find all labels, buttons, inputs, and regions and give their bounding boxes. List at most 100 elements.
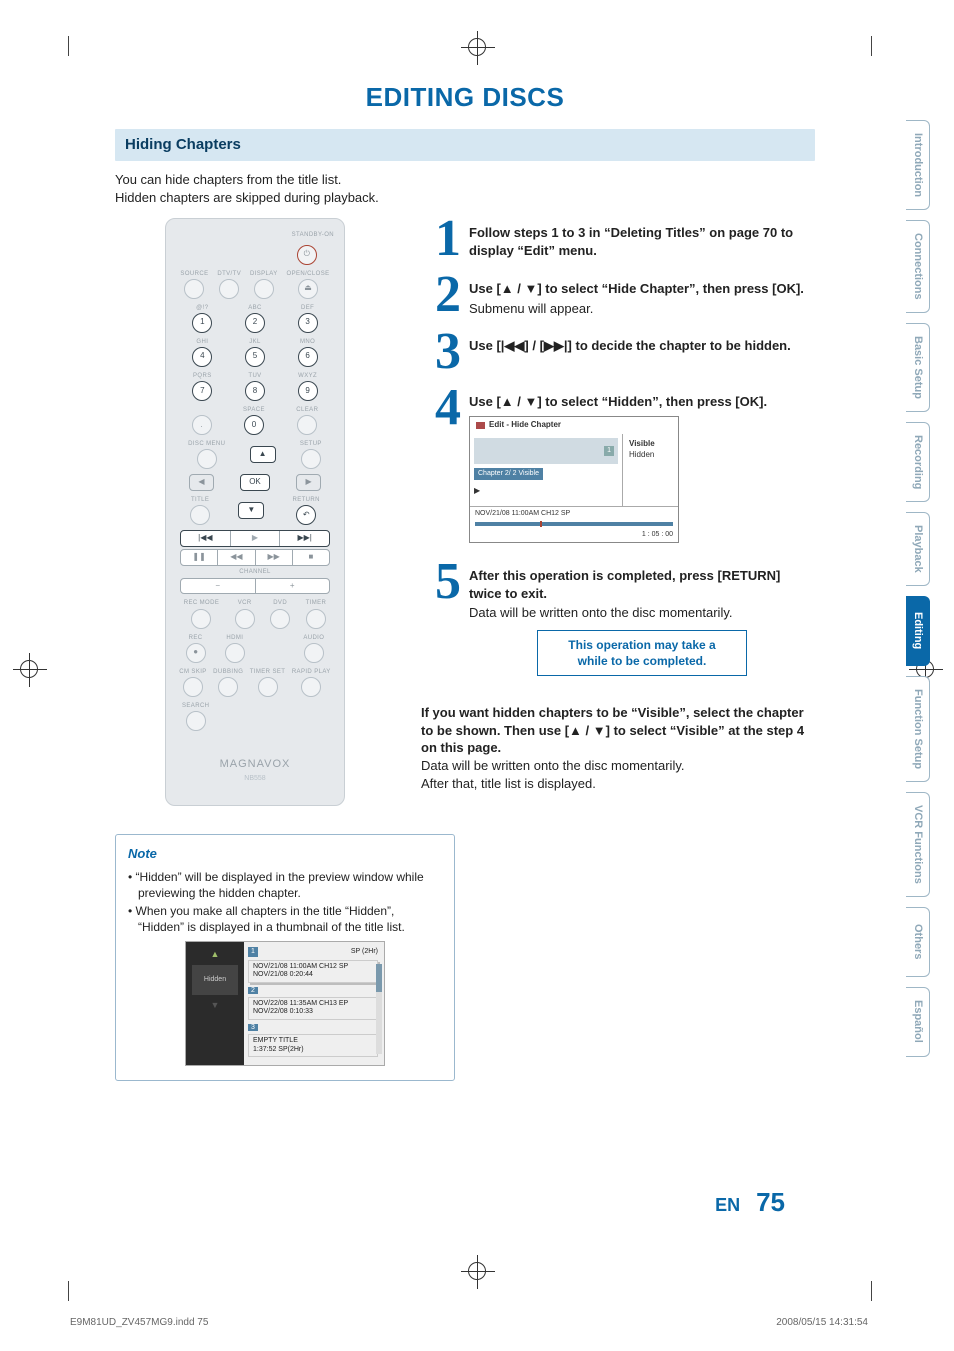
list-item: NOV/22/08 11:35AM CH13 EP NOV/22/08 0:10…	[248, 997, 378, 1020]
digit-9-button: 9	[298, 381, 318, 401]
dubbing-button	[218, 677, 238, 697]
note-box: Note “Hidden” will be displayed in the p…	[115, 834, 455, 1081]
osd-diagram: Edit - Hide Chapter 1 Chapter 2/ 2 Visib…	[469, 416, 679, 543]
section-heading: Hiding Chapters	[115, 129, 815, 161]
tab-function-setup[interactable]: Function Setup	[906, 676, 930, 782]
return-button: ↶	[296, 505, 316, 525]
step-3: 3 Use [|◀◀] / [▶▶|] to decide the chapte…	[421, 331, 815, 373]
page-content: EDITING DISCS Hiding Chapters You can hi…	[115, 80, 815, 1240]
channel-label: CHANNEL	[176, 568, 334, 576]
hdmi-button	[225, 643, 245, 663]
page-title: EDITING DISCS	[115, 80, 815, 115]
step-text: Use [▲ / ▼] to select “Hidden”, then pre…	[469, 394, 767, 409]
dvd-button	[270, 609, 290, 629]
model-number: NB558	[176, 774, 334, 783]
search-button	[186, 711, 206, 731]
title-button	[190, 505, 210, 525]
power-icon: ⏻	[297, 245, 317, 265]
step-number: 3	[421, 331, 461, 373]
tab-recording[interactable]: Recording	[906, 422, 930, 502]
trim-mark	[68, 36, 69, 56]
step-number: 5	[421, 561, 461, 690]
remote-illustration: STANDBY-ON ⏻ SOURCE DTV/TV DISPLAY OPEN/…	[165, 218, 345, 806]
vcr-button	[235, 609, 255, 629]
right-column: 1 Follow steps 1 to 3 in “Deleting Title…	[421, 218, 815, 1081]
title-list-diagram: ▲ Hidden ▼ 1SP (2Hr) NOV/21/08 11:00AM C…	[185, 941, 385, 1066]
dot-button: .	[192, 415, 212, 435]
note-item: “Hidden” will be displayed in the previe…	[128, 869, 442, 901]
closing-text: If you want hidden chapters to be “Visib…	[421, 704, 815, 792]
timerset-button	[258, 677, 278, 697]
trim-mark	[68, 1281, 69, 1301]
disc-menu-button	[197, 449, 217, 469]
tab-playback[interactable]: Playback	[906, 512, 930, 586]
progress-bar	[475, 522, 673, 526]
intro-text: You can hide chapters from the title lis…	[115, 171, 815, 206]
thumbnail-hidden: Hidden	[192, 965, 238, 995]
digit-3-button: 3	[298, 313, 318, 333]
digit-1-button: 1	[192, 313, 212, 333]
note-heading: Note	[128, 845, 442, 863]
step-text: Use [▲ / ▼] to select “Hide Chapter”, th…	[469, 281, 804, 296]
footer-file: E9M81UD_ZV457MG9.indd 75	[70, 1316, 208, 1330]
up-button: ▲	[250, 446, 276, 463]
down-button: ▼	[238, 502, 264, 519]
play-icon: ▶	[474, 480, 618, 502]
step-2: 2 Use [▲ / ▼] to select “Hide Chapter”, …	[421, 274, 815, 317]
transport-row: ❚❚ ◀◀ ▶▶ ■	[180, 549, 330, 566]
note-item: When you make all chapters in the title …	[128, 903, 442, 935]
digit-6-button: 6	[298, 347, 318, 367]
stop-icon: ■	[292, 550, 329, 565]
trim-mark	[871, 1281, 872, 1301]
left-column: STANDBY-ON ⏻ SOURCE DTV/TV DISPLAY OPEN/…	[115, 218, 395, 1081]
audio-button	[304, 643, 324, 663]
tab-vcr-functions[interactable]: VCR Functions	[906, 792, 930, 897]
step-subtext: Submenu will appear.	[469, 300, 815, 318]
tab-introduction[interactable]: Introduction	[906, 120, 930, 210]
trim-mark	[871, 36, 872, 56]
step-1: 1 Follow steps 1 to 3 in “Deleting Title…	[421, 218, 815, 260]
tab-connections[interactable]: Connections	[906, 220, 930, 313]
digit-0-button: 0	[244, 415, 264, 435]
step-number: 2	[421, 274, 461, 317]
step-number: 4	[421, 387, 461, 548]
tab-espanol[interactable]: Español	[906, 987, 930, 1057]
digit-7-button: 7	[192, 381, 212, 401]
ffwd-icon: ▶▶	[255, 550, 292, 565]
recmode-button	[191, 609, 211, 629]
scrollbar	[376, 964, 382, 1054]
right-button: ▶	[296, 474, 320, 491]
list-item: EMPTY TITLE 1:37:52 SP(2Hr)	[248, 1034, 378, 1057]
dtv-button	[219, 279, 239, 299]
step-subtext: Data will be written onto the disc momen…	[469, 604, 815, 622]
tab-basic-setup[interactable]: Basic Setup	[906, 323, 930, 412]
standby-label: STANDBY-ON	[176, 231, 334, 239]
rapidplay-button	[301, 677, 321, 697]
skip-next-icon: ▶▶|	[279, 531, 329, 546]
ok-button: OK	[240, 474, 270, 491]
rewind-icon: ◀◀	[217, 550, 254, 565]
brand-logo: MAGNAVOX	[176, 757, 334, 772]
tab-editing[interactable]: Editing	[906, 596, 930, 666]
pause-icon: ❚❚	[181, 550, 217, 565]
step-5: 5 After this operation is completed, pre…	[421, 561, 815, 690]
step-number: 1	[421, 218, 461, 260]
section-tabs: Introduction Connections Basic Setup Rec…	[906, 120, 930, 1057]
intro-line: You can hide chapters from the title lis…	[115, 171, 815, 189]
clear-button	[297, 415, 317, 435]
digit-5-button: 5	[245, 347, 265, 367]
tab-others[interactable]: Others	[906, 907, 930, 977]
eject-icon: ⏏	[298, 279, 318, 299]
list-item: NOV/21/08 11:00AM CH12 SP NOV/21/08 0:20…	[248, 960, 378, 983]
footer-date: 2008/05/15 14:31:54	[776, 1316, 868, 1330]
crop-mark-bottom	[468, 1262, 486, 1280]
rec-button: ●	[186, 643, 206, 663]
crop-mark-left	[20, 660, 38, 678]
digit-2-button: 2	[245, 313, 265, 333]
up-triangle-icon: ▲	[211, 948, 220, 960]
play-icon: ▶	[230, 531, 280, 546]
warning-box: This operation may take a while to be co…	[537, 630, 747, 676]
intro-line: Hidden chapters are skipped during playb…	[115, 189, 815, 207]
digit-8-button: 8	[245, 381, 265, 401]
step-text: Use [|◀◀] / [▶▶|] to decide the chapter …	[469, 338, 791, 353]
